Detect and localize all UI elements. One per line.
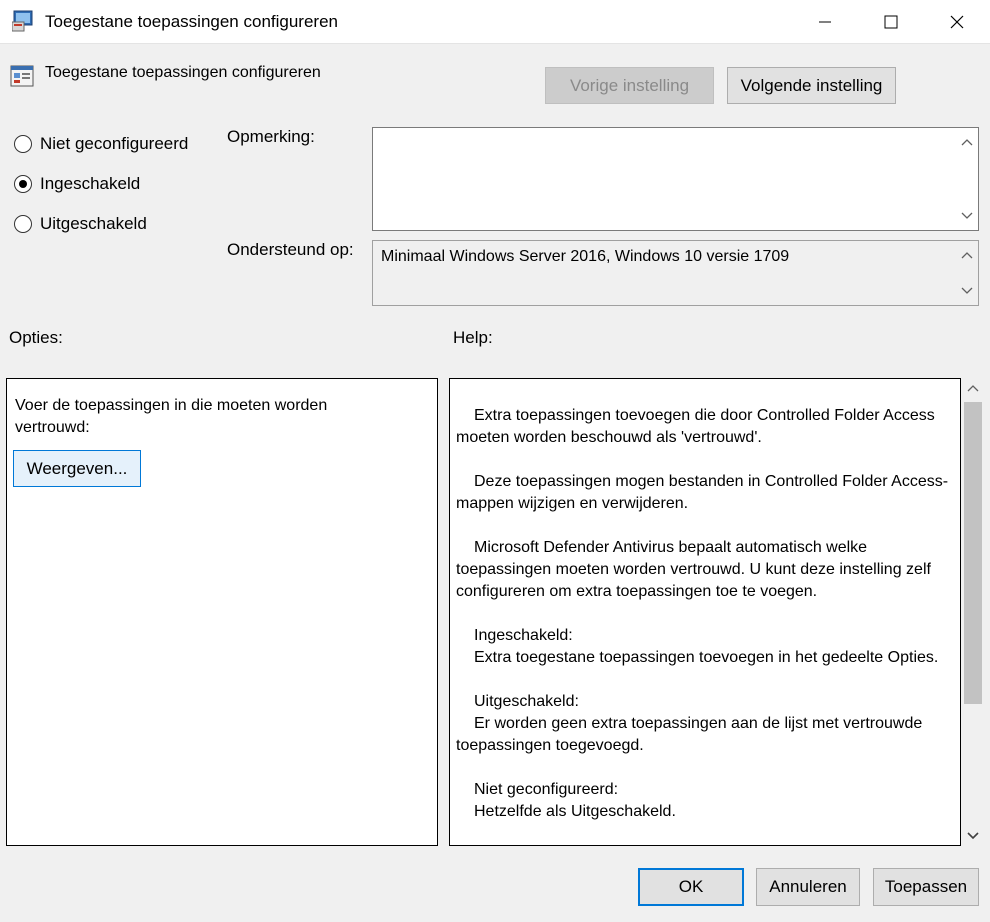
- show-button[interactable]: Weergeven...: [13, 450, 141, 487]
- radio-label: Niet geconfigureerd: [40, 134, 189, 153]
- minimize-button[interactable]: [792, 0, 858, 44]
- radio-enabled[interactable]: Ingeschakeld: [14, 173, 140, 195]
- help-disabled-text: Er worden geen extra toepassingen aan de…: [456, 715, 923, 754]
- radio-disabled[interactable]: Uitgeschakeld: [14, 213, 147, 235]
- scroll-up-icon[interactable]: [961, 251, 973, 259]
- comment-scrollbar[interactable]: [956, 128, 978, 230]
- help-paragraph: Extra toepassingen toevoegen die door Co…: [456, 407, 935, 446]
- help-notconfigured-text: Hetzelfde als Uitgeschakeld.: [474, 803, 676, 820]
- help-scroll-thumb[interactable]: [964, 402, 982, 704]
- maximize-button[interactable]: [858, 0, 924, 44]
- supported-on-value: Minimaal Windows Server 2016, Windows 10…: [381, 248, 790, 265]
- policy-setting-icon: [10, 64, 34, 88]
- comment-label: Opmerking:: [227, 127, 315, 146]
- next-setting-button[interactable]: Volgende instelling: [727, 67, 896, 104]
- policy-title: Toegestane toepassingen configureren: [45, 64, 321, 81]
- help-enabled-heading: Ingeschakeld:: [474, 627, 573, 644]
- ok-button[interactable]: OK: [638, 868, 744, 906]
- scroll-down-icon[interactable]: [961, 212, 973, 220]
- scroll-down-icon[interactable]: [961, 287, 973, 295]
- apply-button[interactable]: Toepassen: [873, 868, 979, 906]
- cancel-button[interactable]: Annuleren: [756, 868, 860, 906]
- scroll-up-icon[interactable]: [967, 384, 979, 392]
- help-content: Extra toepassingen toevoegen die door Co…: [456, 405, 954, 823]
- close-button[interactable]: [924, 0, 990, 44]
- options-label: Opties:: [9, 328, 63, 347]
- window-title: Toegestane toepassingen configureren: [45, 12, 338, 31]
- help-paragraph: Microsoft Defender Antivirus bepaalt aut…: [456, 539, 931, 600]
- group-policy-app-icon: [11, 10, 36, 32]
- help-scrollbar[interactable]: [961, 378, 985, 846]
- help-notconfigured-heading: Niet geconfigureerd:: [474, 781, 619, 798]
- maximize-icon: [884, 15, 898, 29]
- previous-setting-button[interactable]: Vorige instelling: [545, 67, 714, 104]
- scroll-up-icon[interactable]: [961, 138, 973, 146]
- help-enabled-text: Extra toegestane toepassingen toevoegen …: [474, 649, 939, 666]
- comment-textarea[interactable]: [372, 127, 979, 231]
- help-label: Help:: [453, 328, 493, 347]
- supported-on-box: Minimaal Windows Server 2016, Windows 10…: [372, 240, 979, 306]
- title-bar[interactable]: Toegestane toepassingen configureren: [0, 0, 990, 44]
- help-panel: Extra toepassingen toevoegen die door Co…: [449, 378, 961, 846]
- radio-label: Ingeschakeld: [40, 174, 141, 193]
- radio-circle: [14, 135, 32, 153]
- help-disabled-heading: Uitgeschakeld:: [474, 693, 579, 710]
- radio-not-configured[interactable]: Niet geconfigureerd: [14, 133, 188, 155]
- supported-scrollbar[interactable]: [956, 241, 978, 305]
- close-icon: [950, 15, 964, 29]
- radio-label: Uitgeschakeld: [40, 214, 147, 233]
- radio-circle: [14, 215, 32, 233]
- options-panel: Voer de toepassingen in die moeten worde…: [6, 378, 438, 846]
- scroll-down-icon[interactable]: [967, 832, 979, 840]
- minimize-icon: [819, 21, 831, 23]
- options-description: Voer de toepassingen in die moeten worde…: [15, 397, 328, 436]
- help-paragraph: Deze toepassingen mogen bestanden in Con…: [456, 473, 949, 512]
- supported-on-label: Ondersteund op:: [227, 240, 354, 259]
- radio-circle-checked: [14, 175, 32, 193]
